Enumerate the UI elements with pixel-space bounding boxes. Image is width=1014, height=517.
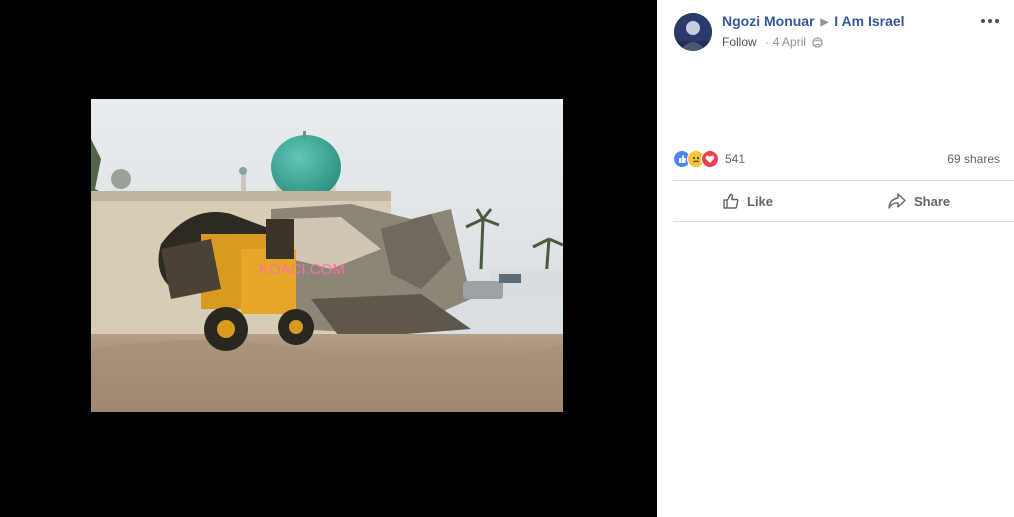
profile-avatar-icon (674, 13, 712, 51)
separator-dot: · (764, 35, 769, 49)
reaction-count: 541 (725, 152, 746, 166)
reactions-summary[interactable]: 541 (673, 150, 745, 168)
thumbs-up-icon (723, 193, 739, 209)
group-name[interactable]: I Am Israel (834, 13, 904, 29)
like-label: Like (747, 193, 774, 209)
share-button[interactable]: Share (887, 190, 950, 212)
follow-link[interactable]: Follow (722, 35, 757, 49)
photo-watermark: KOACI.COM (259, 261, 345, 278)
divider-top (673, 180, 1014, 181)
photo-image: KOACI.COM (91, 99, 563, 412)
caret-right-icon: ▶ (820, 17, 829, 28)
more-options-icon (981, 19, 999, 23)
more-options-button[interactable] (980, 12, 1000, 30)
share-label: Share (914, 193, 951, 209)
like-button[interactable]: Like (722, 190, 773, 212)
post-meta: Follow · 4 April (722, 35, 823, 49)
globe-icon[interactable] (812, 36, 823, 48)
share-arrow-icon (888, 193, 906, 209)
photo-viewer: KOACI.COM (0, 0, 657, 517)
love-reaction-icon (701, 150, 719, 168)
post-side-panel: Ngozi Monuar ▶ I Am Israel Follow · 4 Apri… (657, 0, 1014, 517)
share-count[interactable]: 69 shares (947, 152, 1000, 166)
author-name[interactable]: Ngozi Monuar (722, 13, 815, 29)
divider-bottom (673, 221, 1014, 222)
post-photo[interactable]: KOACI.COM (91, 99, 563, 412)
post-date[interactable]: 4 April (773, 35, 806, 49)
post-header: Ngozi Monuar ▶ I Am Israel (722, 13, 905, 29)
author-avatar[interactable] (674, 13, 712, 51)
